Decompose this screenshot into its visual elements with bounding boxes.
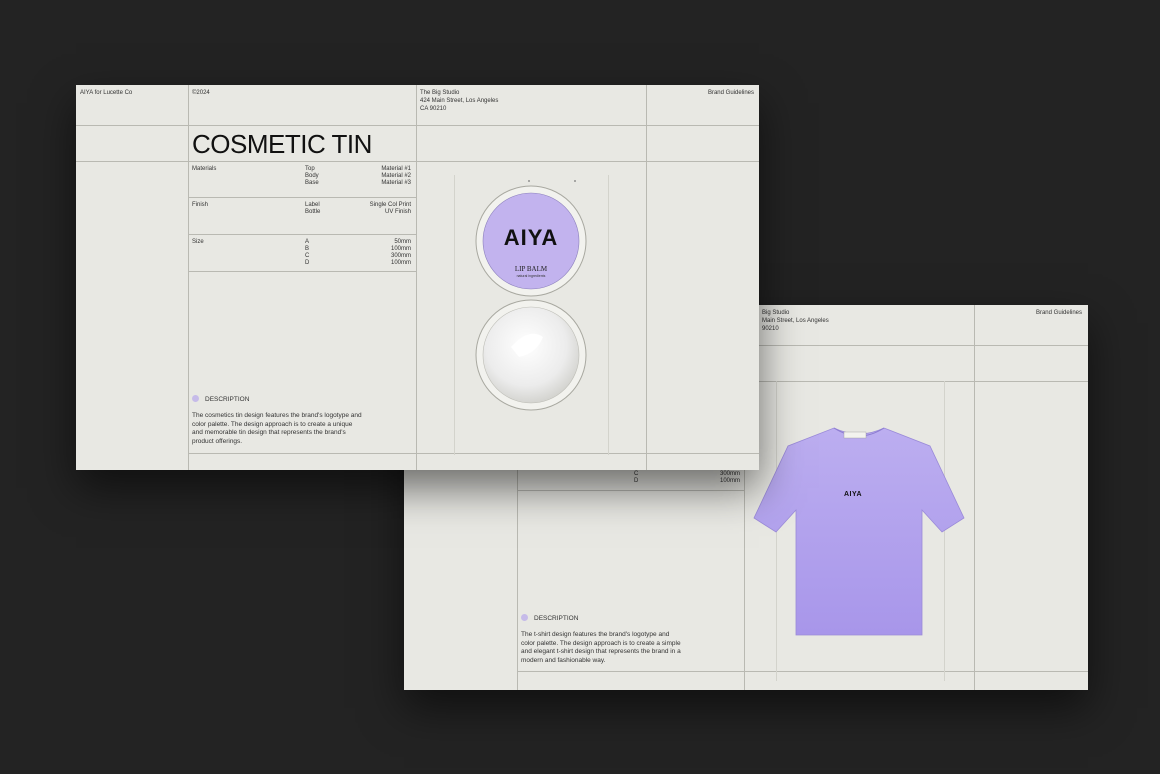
grid-line <box>76 161 759 162</box>
grid-line <box>517 455 518 690</box>
spec-keys-size: A B C D <box>305 239 309 267</box>
spec-key: Label <box>305 202 320 208</box>
header-studio: Big Studio <box>762 310 790 316</box>
header-studio: The Big Studio <box>420 90 460 96</box>
header-year: ©2024 <box>192 90 210 96</box>
grid-line <box>188 85 189 470</box>
size-code-c: C <box>634 471 639 477</box>
grid-line <box>974 305 975 690</box>
size-value-d: 100mm <box>719 478 740 484</box>
spec-key: Body <box>305 173 319 179</box>
spec-value: Single Col Print <box>369 202 411 208</box>
spec-key: B <box>305 246 310 252</box>
spec-value: Material #3 <box>381 180 411 186</box>
spec-value: Material #2 <box>381 173 411 179</box>
header-address: Main Street, Los Angeles <box>762 318 829 324</box>
grid-line <box>188 234 416 235</box>
spec-key: C <box>305 253 310 259</box>
grid-line <box>416 85 417 470</box>
spec-values-materials: Material #1 Material #2 Material #3 <box>356 166 411 187</box>
grid-line <box>517 490 744 491</box>
shirt-logo: AIYA <box>844 491 863 498</box>
grid-line <box>76 125 759 126</box>
page-title: COSMETIC TIN <box>192 129 372 159</box>
grid-line <box>646 85 647 470</box>
description-heading: DESCRIPTION <box>205 396 250 403</box>
description-dot <box>521 614 528 621</box>
spec-label-materials: Materials <box>192 166 217 172</box>
grid-line <box>188 453 759 454</box>
header-address: 424 Main Street, Los Angeles <box>420 98 499 104</box>
grid-line <box>454 175 455 455</box>
tin-illustration <box>475 180 587 411</box>
grid-line <box>517 671 1088 672</box>
spec-value: 100mm <box>390 260 411 266</box>
spec-value: UV Finish <box>384 209 411 215</box>
description-line: The t-shirt design features the brand's … <box>521 631 670 638</box>
size-value-c: 300mm <box>719 471 740 477</box>
spec-label-size: Size <box>192 239 204 245</box>
spec-key: Bottle <box>305 209 321 215</box>
size-code-d: D <box>634 478 639 484</box>
spec-keys-materials: Top Body Base <box>305 166 319 187</box>
tin-fine-print: natural ingredients <box>516 274 546 278</box>
spec-value: 50mm <box>394 239 411 245</box>
description-line: color palette. The design approach is to… <box>192 420 353 428</box>
spec-value: 100mm <box>390 246 411 252</box>
description-text: The cosmetics tin design features the br… <box>192 412 392 446</box>
header-zip: 90210 <box>762 326 779 332</box>
grid-line <box>608 175 609 455</box>
tin-product-label: LIP BALM <box>514 265 548 273</box>
description-line: and memorable tin design that represents… <box>192 429 346 436</box>
description-line: and elegant t-shirt design that represen… <box>521 648 681 655</box>
tshirt-illustration <box>753 427 965 636</box>
spec-keys-finish: Label Bottle <box>305 202 320 216</box>
description-line: product offerings. <box>192 437 243 445</box>
header-zip: CA 90210 <box>420 106 447 112</box>
header-brand-guidelines: Brand Guidelines <box>707 90 754 96</box>
description-line: The cosmetics tin design features the br… <box>192 412 362 419</box>
spec-label-finish: Finish <box>192 202 209 208</box>
spec-values-finish: Single Col Print UV Finish <box>346 202 411 216</box>
grid-line <box>188 197 416 198</box>
spec-values-size: 50mm 100mm 300mm 100mm <box>366 239 411 267</box>
header-client: AIYA for Lucette Co <box>80 90 133 96</box>
description-line: color palette. The design approach is to… <box>521 639 681 647</box>
spec-value: 300mm <box>390 253 411 259</box>
description-heading: DESCRIPTION <box>534 615 579 622</box>
tin-logo: AIYA <box>503 225 559 250</box>
description-text: The t-shirt design features the brand's … <box>521 631 721 665</box>
description-line: modern and fashionable way. <box>521 656 606 664</box>
grid-line <box>188 271 416 272</box>
spec-key: A <box>305 239 310 245</box>
spec-key: Base <box>305 180 319 186</box>
description-dot <box>192 395 199 402</box>
spec-value: Material #1 <box>381 166 411 172</box>
spec-key: Top <box>305 166 315 172</box>
header-brand-guidelines: Brand Guidelines <box>1035 310 1082 316</box>
front-slide-cosmetic-tin: AIYA for Lucette Co ©2024 The Big Studio… <box>76 85 759 470</box>
spec-key: D <box>305 260 310 266</box>
